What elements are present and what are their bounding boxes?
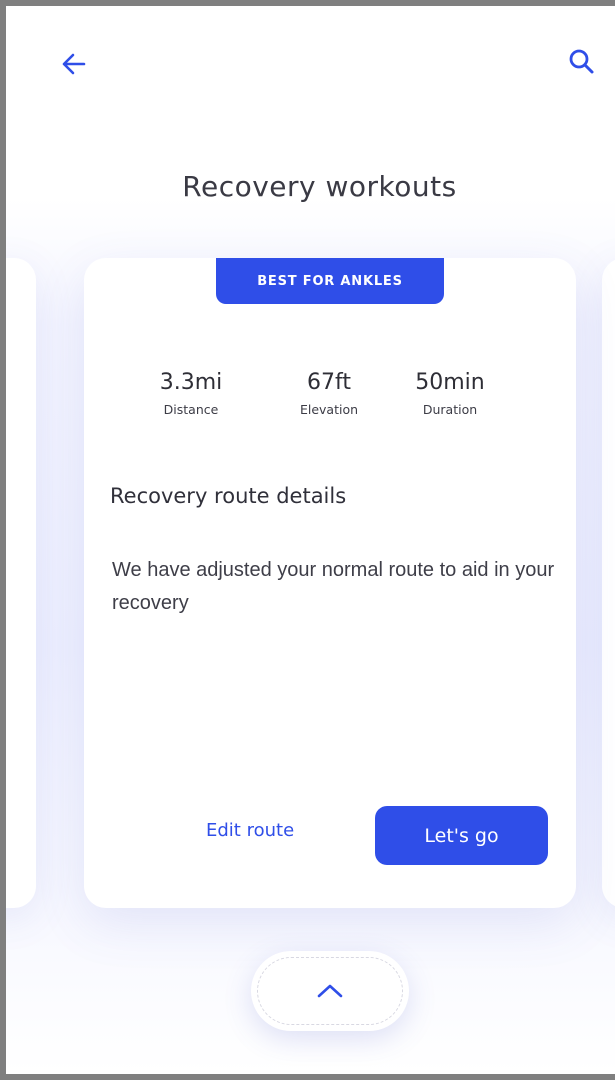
search-icon [569,49,594,74]
stat-label: Elevation [299,402,359,417]
stat-elevation: 67ft Elevation [274,368,384,420]
arrow-left-icon [62,53,86,75]
expand-button[interactable] [251,951,409,1031]
edit-route-link[interactable]: Edit route [206,820,294,841]
next-card[interactable] [602,258,615,908]
previous-card[interactable] [6,258,36,908]
back-button[interactable] [52,42,96,86]
search-button[interactable] [560,40,604,84]
stats-row: 3.3mi Distance 67ft Elevation 50min Dura… [84,368,576,428]
lets-go-button[interactable]: Let's go [375,806,548,865]
stat-duration: 50min Duration [395,368,505,420]
stat-label: Distance [163,402,219,417]
screen: Recovery workouts BEST FOR ANKLES 3.3mi … [0,0,615,1080]
stat-value: 50min [415,370,485,395]
category-badge: BEST FOR ANKLES [216,258,444,304]
details-description: We have adjusted your normal route to ai… [112,559,555,614]
workout-card: BEST FOR ANKLES 3.3mi Distance 67ft Elev… [84,258,576,908]
chevron-up-icon [317,984,343,998]
page-title: Recovery workouts [182,170,457,203]
stat-distance: 3.3mi Distance [136,368,246,420]
stat-value: 67ft [307,370,351,395]
details-heading: Recovery route details [110,484,347,508]
stat-value: 3.3mi [159,370,223,395]
stat-label: Duration [422,402,478,417]
